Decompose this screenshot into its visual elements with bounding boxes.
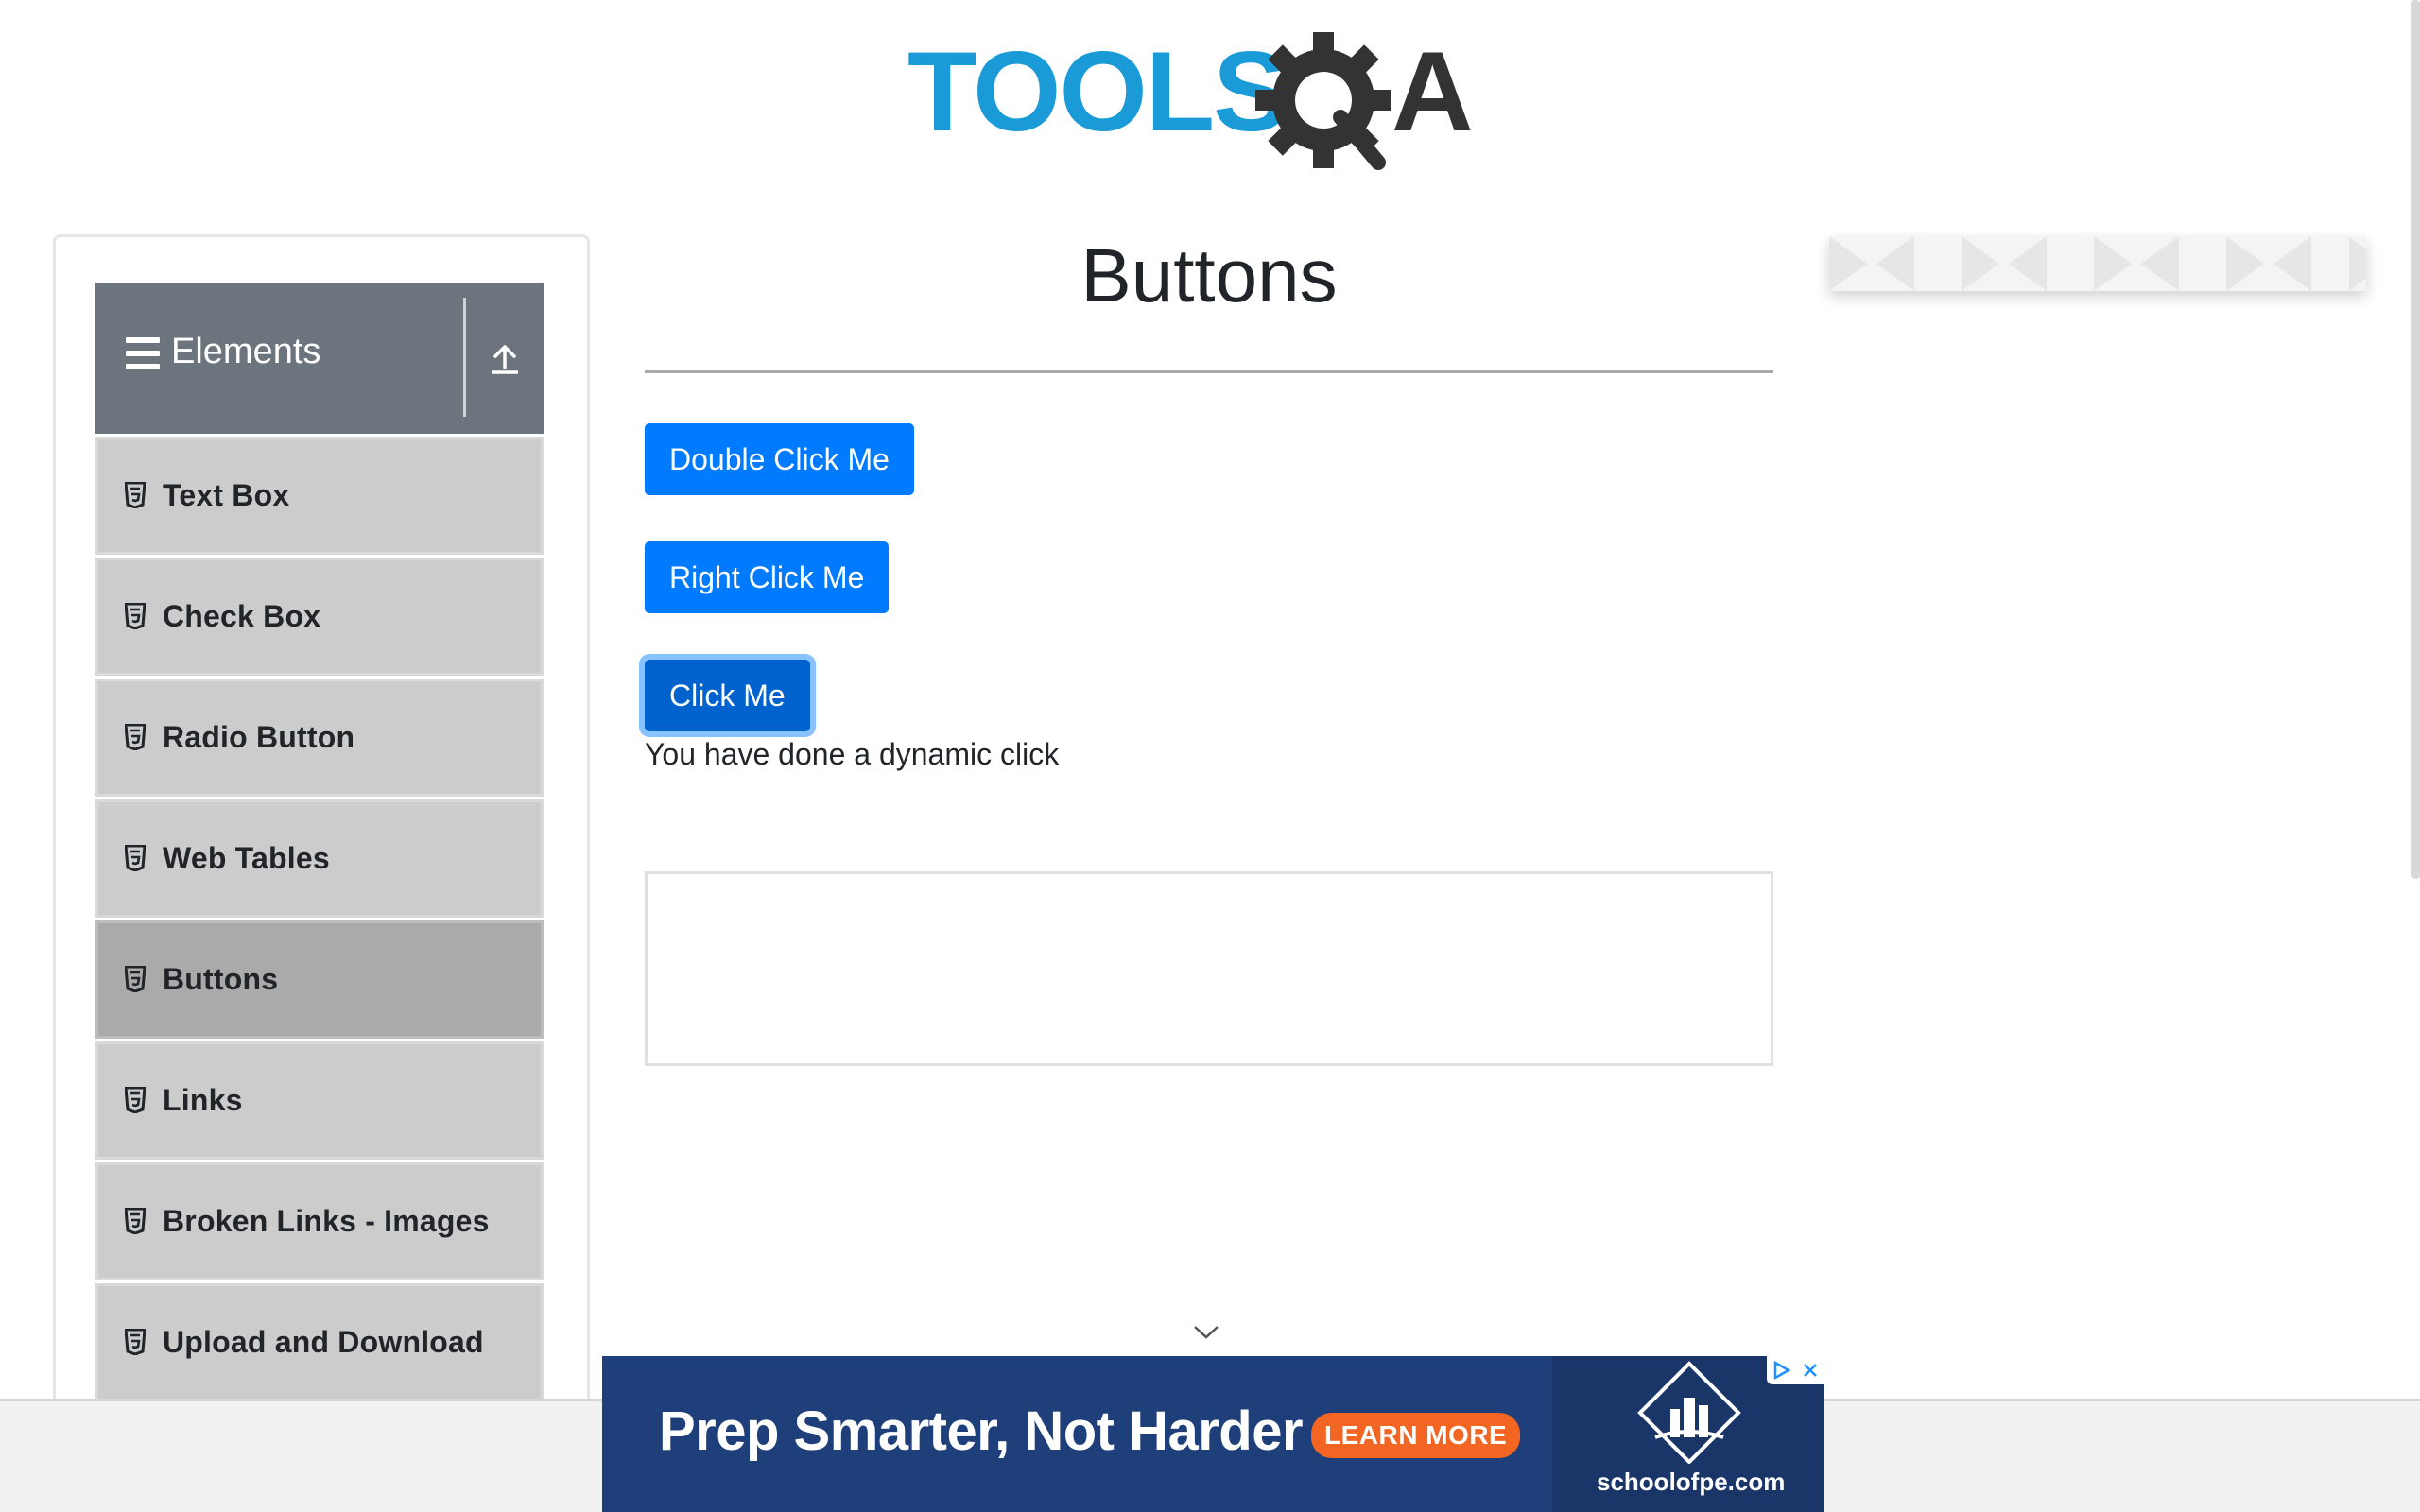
menu-item-label: Links	[163, 1083, 243, 1117]
menu-item-broken-links[interactable]: Broken Links - Images	[95, 1162, 544, 1280]
banner-headline: Prep Smarter, Not Harder	[659, 1400, 1304, 1462]
left-panel: Elements Text Box Check Box Radio Button…	[53, 234, 590, 1512]
close-icon[interactable]	[1801, 1361, 1820, 1380]
html5-icon	[125, 602, 149, 631]
menu-item-upload-download[interactable]: Upload and Download	[95, 1283, 544, 1401]
menu-item-radio-button[interactable]: Radio Button	[95, 679, 544, 797]
scrollbar-thumb[interactable]	[2411, 0, 2420, 879]
collapse-up-icon[interactable]	[481, 335, 528, 383]
logo-text-qa: A	[1392, 28, 1474, 155]
html5-icon	[125, 723, 149, 752]
menu-item-label: Upload and Download	[163, 1325, 484, 1359]
elements-group-header[interactable]: Elements	[95, 283, 544, 434]
menu-item-links[interactable]: Links	[95, 1041, 544, 1160]
title-divider	[645, 370, 1773, 373]
ad-placeholder	[645, 871, 1773, 1066]
menu-item-label: Check Box	[163, 599, 321, 633]
banner-brand: schoolofpe.com	[1597, 1468, 1786, 1496]
gear-icon	[1255, 32, 1392, 170]
chevron-down-icon[interactable]	[1191, 1323, 1221, 1342]
menu-item-label: Buttons	[163, 962, 279, 996]
toolsqa-logo[interactable]: TOOLS A	[908, 26, 1522, 173]
menu-item-label: Radio Button	[163, 720, 355, 754]
dynamic-click-message: You have done a dynamic click	[645, 737, 1060, 771]
logo-text-tools: TOOLS	[908, 28, 1287, 155]
menu-item-buttons[interactable]: Buttons	[95, 920, 544, 1039]
ad-pattern-graphic	[1829, 236, 2366, 291]
ad-choices-icon[interactable]	[1772, 1360, 1792, 1381]
menu-item-text-box[interactable]: Text Box	[95, 437, 544, 555]
html5-icon	[125, 1207, 149, 1236]
page-title: Buttons	[1080, 233, 1338, 318]
right-click-button[interactable]: Right Click Me	[645, 541, 890, 613]
menu-item-web-tables[interactable]: Web Tables	[95, 799, 544, 918]
menu-item-label: Web Tables	[163, 841, 330, 875]
logo-graphic: TOOLS A	[908, 28, 1474, 170]
html5-icon	[125, 965, 149, 994]
menu-item-label: Text Box	[163, 478, 290, 512]
school-building-icon	[1633, 1360, 1746, 1469]
menu-item-label: Broken Links - Images	[163, 1204, 490, 1238]
group-title: Elements	[171, 332, 321, 371]
html5-icon	[125, 844, 149, 873]
html5-icon	[125, 1328, 149, 1357]
learn-more-button[interactable]: LEARN MORE	[1311, 1413, 1521, 1458]
html5-icon	[125, 481, 149, 510]
ad-choices[interactable]	[1767, 1356, 1824, 1384]
header-divider	[463, 298, 466, 417]
menu-item-check-box[interactable]: Check Box	[95, 558, 544, 676]
bottom-ad-banner[interactable]: Prep Smarter, Not Harder LEARN MORE scho…	[602, 1356, 1824, 1512]
html5-icon	[125, 1086, 149, 1115]
double-click-button[interactable]: Double Click Me	[645, 423, 914, 495]
side-ad-strip[interactable]	[1829, 236, 2366, 291]
click-me-button[interactable]: Click Me	[645, 660, 810, 731]
hamburger-icon	[126, 337, 160, 369]
menu-list: Text Box Check Box Radio Button Web Tabl…	[95, 437, 544, 1404]
